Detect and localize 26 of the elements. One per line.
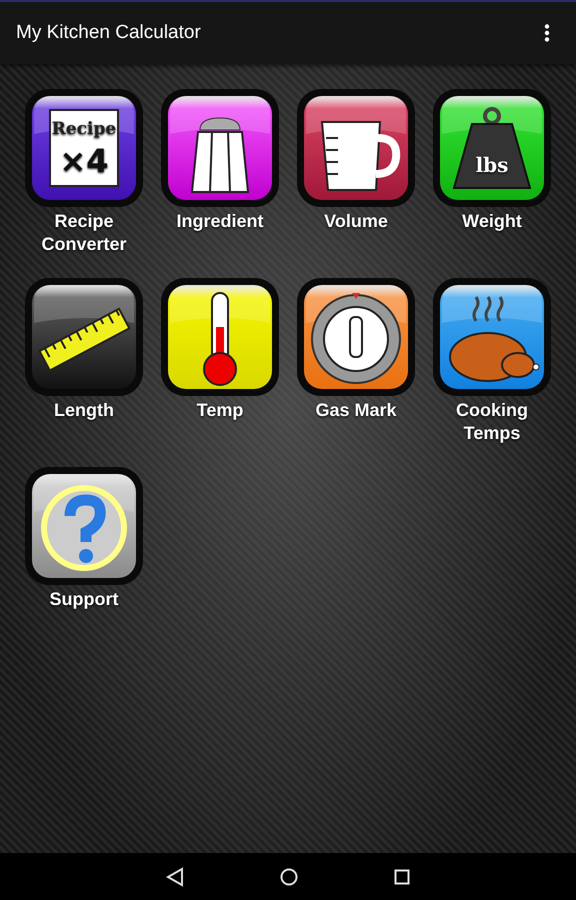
weight-icon: lbs <box>432 88 552 208</box>
home-button[interactable] <box>280 868 298 886</box>
calculator-tile[interactable]: Recipe ×4 Recipe Converter <box>24 88 144 256</box>
back-button[interactable] <box>166 866 184 886</box>
calculator-tile[interactable]: Length <box>24 277 144 422</box>
app-title: My Kitchen Calculator <box>16 22 201 44</box>
recents-icon <box>394 868 410 884</box>
calculator-tile[interactable]: Volume <box>296 88 416 233</box>
calculator-tile[interactable]: Gas Mark <box>296 277 416 422</box>
recents-button[interactable] <box>394 868 410 884</box>
help-icon <box>24 466 144 586</box>
calculator-tile[interactable]: lbs Weight <box>432 88 552 233</box>
back-icon <box>166 866 184 886</box>
thermometer-icon <box>160 277 280 397</box>
menu-icon <box>544 24 550 42</box>
calculator-tile[interactable]: Support <box>24 466 144 611</box>
home-icon <box>280 868 298 886</box>
calculator-tile[interactable]: Ingredient <box>160 88 280 233</box>
dial-icon <box>296 277 416 397</box>
calculator-tile[interactable]: Cooking Temps <box>432 277 552 445</box>
measuring-jug-icon <box>296 88 416 208</box>
recipe-card-icon: Recipe ×4 <box>24 88 144 208</box>
roast-chicken-icon <box>432 277 552 397</box>
salt-shaker-icon <box>160 88 280 208</box>
ruler-icon <box>24 277 144 397</box>
calculator-tile[interactable]: Temp <box>160 277 280 422</box>
